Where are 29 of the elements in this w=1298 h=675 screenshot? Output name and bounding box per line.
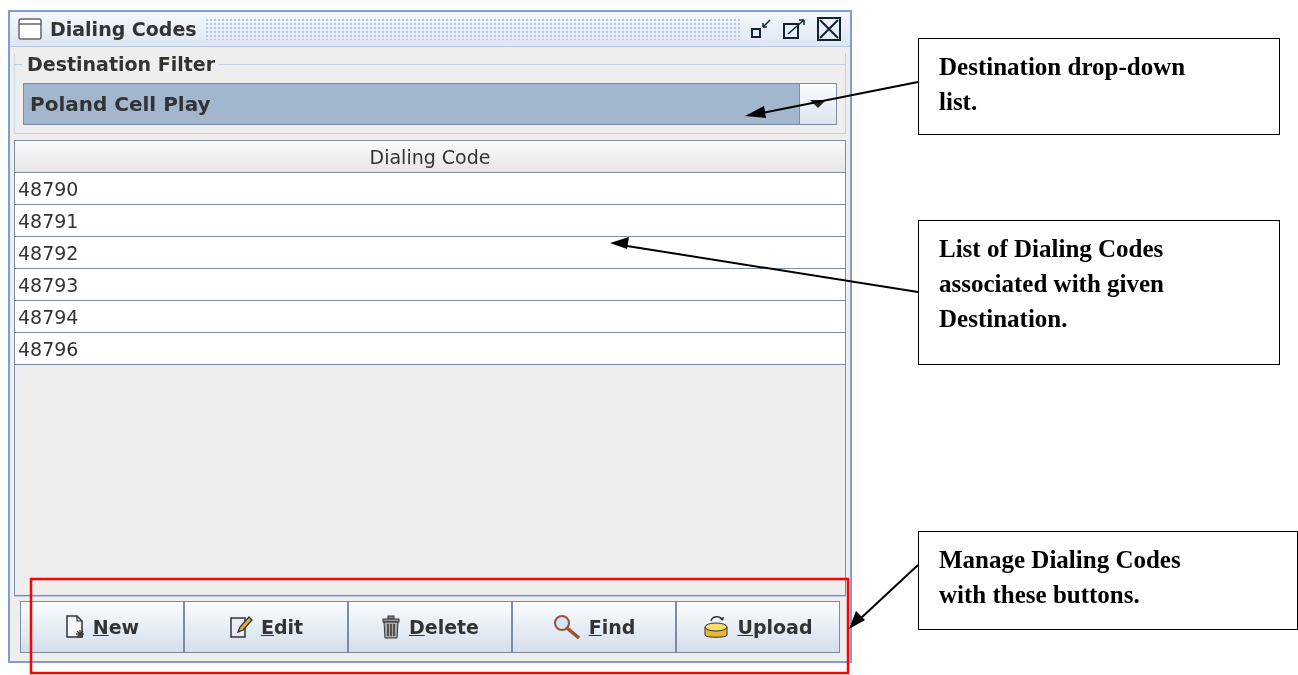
trash-can-icon	[380, 615, 401, 639]
find-button[interactable]: Find	[512, 601, 676, 653]
callout-box: Manage Dialing Codes with these buttons.	[918, 531, 1298, 630]
table-cell[interactable]: 48791	[15, 205, 845, 237]
dropdown-arrow-icon	[809, 99, 827, 109]
table-cell[interactable]: 48792	[15, 237, 845, 269]
delete-button[interactable]: Delete	[348, 601, 512, 653]
column-header[interactable]: Dialing Code	[15, 141, 845, 173]
leader-arrow	[849, 564, 919, 629]
window-icon	[18, 18, 42, 40]
edit-button[interactable]: Edit	[184, 601, 348, 653]
callout-box: List of Dialing Codes associated with given Destination.	[918, 220, 1280, 365]
table-cell[interactable]: 48796	[15, 333, 845, 365]
destination-dropdown[interactable]: Poland Cell Play	[23, 83, 837, 125]
new-document-icon	[64, 615, 85, 639]
table-cell[interactable]: 48794	[15, 301, 845, 333]
minimize-icon[interactable]	[750, 18, 774, 40]
magnifier-icon	[552, 614, 581, 640]
window-title: Dialing Codes	[50, 18, 197, 40]
close-icon[interactable]	[816, 17, 842, 41]
maximize-icon[interactable]	[782, 18, 808, 40]
table-cell[interactable]: 48793	[15, 269, 845, 301]
disk-arrow-icon	[703, 613, 730, 641]
table-cell[interactable]: 48790	[15, 173, 845, 205]
group-label: Destination Filter	[27, 53, 216, 75]
pencil-paper-icon	[228, 615, 253, 639]
upload-button[interactable]: Upload	[676, 601, 840, 653]
callout-box: Destination drop-down list.	[918, 38, 1280, 135]
new-button[interactable]: New	[20, 601, 184, 653]
